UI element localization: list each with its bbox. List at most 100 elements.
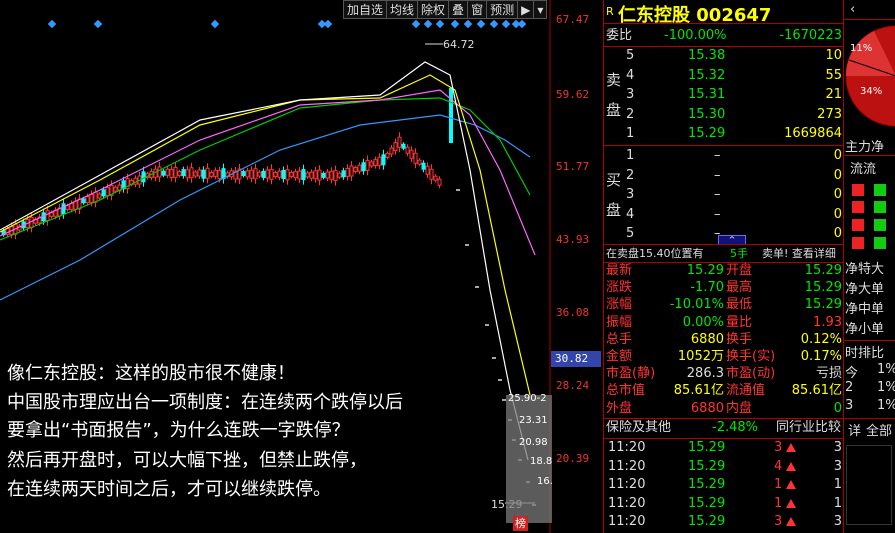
event-marker bbox=[47, 19, 57, 29]
event-marker bbox=[210, 19, 220, 29]
chart-toolbar: 加自选 均线 除权 叠 窗 预测 ▶ ▾ bbox=[343, 0, 548, 19]
candle bbox=[361, 162, 366, 172]
stat-label: 最高 bbox=[726, 280, 753, 296]
stat-value: 15.29 bbox=[804, 297, 842, 313]
candle bbox=[69, 202, 74, 210]
price-axis-label: 36.08 bbox=[556, 306, 590, 319]
tick-count: 1 bbox=[833, 477, 842, 493]
sell-volume: 55 bbox=[825, 67, 842, 83]
candle bbox=[249, 169, 254, 179]
tick-row: 11:20 15.29 3 3 bbox=[604, 438, 844, 457]
stat-label: 外盘 bbox=[606, 400, 633, 416]
candle bbox=[201, 169, 206, 179]
rank-num: 今 bbox=[845, 366, 859, 381]
sell-row[interactable]: 5 15.38 10 bbox=[604, 46, 844, 65]
stat-label: 换手(实) bbox=[726, 349, 776, 364]
sell-row[interactable]: 4 15.32 55 bbox=[604, 66, 844, 85]
sell-price: 15.32 bbox=[688, 67, 726, 83]
candle bbox=[189, 167, 194, 179]
candle bbox=[369, 161, 374, 167]
candle bbox=[317, 169, 322, 181]
sell-price: 15.30 bbox=[688, 106, 726, 122]
candle bbox=[281, 170, 286, 179]
stat-value: 0.17% bbox=[800, 349, 842, 364]
stat-label: 金额 bbox=[606, 349, 633, 364]
buy-price: – bbox=[714, 167, 721, 183]
candle bbox=[429, 168, 434, 180]
stats-row: 外盘 6880 内盘 0 bbox=[604, 400, 844, 417]
stat-label: 换手 bbox=[726, 331, 753, 347]
stat-value: 85.61亿 bbox=[673, 383, 724, 399]
candle bbox=[293, 171, 298, 179]
rank-title: 时排比 bbox=[845, 346, 885, 361]
candle bbox=[373, 159, 378, 167]
ma-button[interactable]: 均线 bbox=[387, 1, 419, 18]
commentary-line: 在连续两天时间之后，才可以继续跌停。 bbox=[7, 479, 331, 500]
price-axis-label: 67.47 bbox=[556, 13, 590, 26]
sell-row[interactable]: 2 15.30 273 bbox=[604, 105, 844, 124]
all-tab[interactable]: 全部 bbox=[866, 420, 892, 439]
commentary-line: 要拿出“书面报告”，为什么连跌一字跌停？ bbox=[7, 420, 350, 441]
up-arrow-icon bbox=[786, 494, 796, 513]
price-axis-label: 59.62 bbox=[556, 88, 590, 101]
rank-badge[interactable]: 榜 bbox=[513, 516, 528, 531]
stats-row: 总手 6880 换手 0.12% bbox=[604, 331, 844, 348]
buy-row[interactable]: 2 – 0 bbox=[604, 166, 844, 185]
candle bbox=[61, 203, 66, 215]
window-button[interactable]: 窗 bbox=[468, 1, 488, 18]
weibi-label: 委比 bbox=[606, 28, 633, 43]
candle bbox=[105, 187, 110, 197]
tick-time: 11:20 bbox=[608, 477, 646, 493]
prev-icon[interactable]: ‹ bbox=[850, 2, 855, 17]
candle bbox=[433, 175, 438, 181]
candle bbox=[345, 167, 350, 177]
buy-row[interactable]: 4 – 0 bbox=[604, 205, 844, 224]
industry-compare-link[interactable]: 同行业比较 bbox=[776, 418, 841, 437]
big-order-link[interactable]: 卖单! 查看详细 bbox=[762, 244, 836, 263]
overlay-box-text: 23.31 bbox=[519, 415, 548, 426]
candle bbox=[193, 171, 198, 177]
tick-price: 15.29 bbox=[688, 477, 726, 493]
candle bbox=[449, 88, 453, 143]
adjust-button[interactable]: 除权 bbox=[418, 1, 450, 18]
commentary-line: 中国股市理应出台一项制度：在连续两个跌停以后 bbox=[7, 392, 403, 413]
add-watchlist-button[interactable]: 加自选 bbox=[344, 1, 388, 18]
sector-name[interactable]: 保险及其他 bbox=[606, 418, 671, 437]
buy-row[interactable]: 1 – 0 bbox=[604, 146, 844, 165]
event-marker bbox=[423, 19, 433, 29]
up-arrow-icon bbox=[786, 512, 796, 531]
buy-row[interactable]: 3 – 0 bbox=[604, 185, 844, 204]
sell-row[interactable]: 1 15.29 1669864 bbox=[604, 124, 844, 143]
forecast-button[interactable]: 预测 bbox=[487, 1, 519, 18]
kline-chart[interactable]: 加自选 均线 除权 叠 窗 预测 ▶ ▾ 67.47 59.62 51.77 4… bbox=[0, 0, 603, 533]
candle bbox=[393, 142, 398, 152]
tick-row: 11:20 15.29 3 3 bbox=[604, 512, 844, 531]
candle bbox=[45, 210, 50, 222]
stock-title[interactable]: 仁东控股 002647 bbox=[618, 1, 771, 27]
sell-row[interactable]: 3 15.31 21 bbox=[604, 85, 844, 104]
candle bbox=[65, 205, 70, 211]
dropdown-icon[interactable]: ▾ bbox=[534, 1, 546, 18]
stat-value: 0.12% bbox=[800, 331, 842, 347]
stats-row: 涨跌 -1.70 最高 15.29 bbox=[604, 279, 844, 296]
candle bbox=[261, 170, 266, 178]
stat-value: 15.29 bbox=[804, 263, 842, 278]
event-marker bbox=[411, 19, 421, 29]
sell-level: 4 bbox=[626, 67, 635, 83]
overlay-button[interactable]: 叠 bbox=[449, 1, 469, 18]
overlay-box-text: 18.8 bbox=[530, 456, 553, 467]
big-order-row[interactable]: 在卖盘15.40位置有 5手 卖单! 查看详细 bbox=[604, 244, 844, 263]
candle bbox=[177, 171, 182, 177]
candle bbox=[205, 167, 210, 179]
candle bbox=[385, 152, 390, 158]
price-axis-label: 28.24 bbox=[556, 379, 590, 392]
stat-value: 15.29 bbox=[686, 263, 724, 278]
detail-tab[interactable]: 详 bbox=[848, 420, 861, 439]
candle bbox=[217, 170, 222, 180]
event-marker bbox=[463, 19, 473, 29]
sell-level: 5 bbox=[626, 48, 635, 63]
play-icon[interactable]: ▶ bbox=[518, 1, 535, 18]
tick-time: 11:20 bbox=[608, 514, 646, 530]
up-arrow-icon bbox=[786, 438, 796, 457]
tick-row: 11:20 15.29 4 3 bbox=[604, 457, 844, 476]
